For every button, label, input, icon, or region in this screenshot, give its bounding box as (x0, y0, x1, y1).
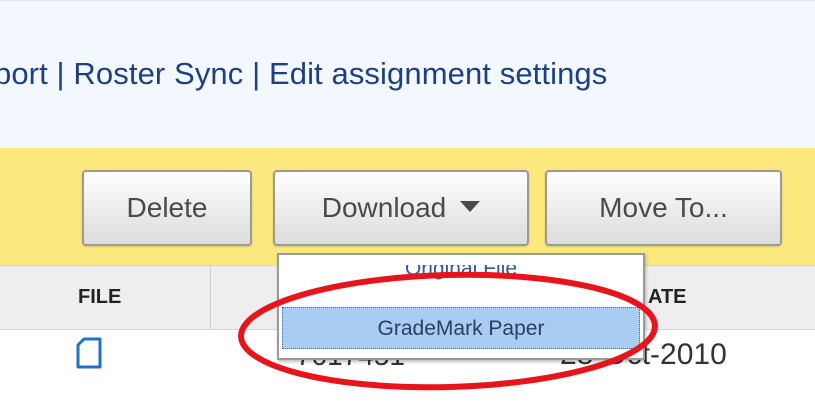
download-dropdown-menu: Original File GradeMark Paper (277, 253, 645, 360)
menu-item-grademark-paper-label: GradeMark Paper (377, 317, 545, 340)
menu-item-original-file-label: Original File (404, 265, 518, 280)
column-divider (210, 266, 211, 329)
link-separator: | (252, 56, 261, 91)
roster-sync-link[interactable]: Roster Sync (73, 56, 243, 91)
column-header-file[interactable]: FILE (78, 266, 121, 329)
delete-button-label: Delete (126, 192, 208, 223)
menu-item-original-file[interactable]: Original File (282, 265, 640, 295)
column-header-date[interactable]: ATE (648, 266, 687, 329)
move-to-button[interactable]: Move To... (545, 170, 782, 246)
download-button-label: Download (321, 192, 447, 223)
link-separator: | (56, 56, 65, 91)
download-button[interactable]: Download (273, 170, 529, 246)
top-link-bar: port | Roster Sync | Edit assignment set… (0, 0, 815, 148)
menu-item-grademark-paper[interactable]: GradeMark Paper (282, 307, 640, 349)
delete-button[interactable]: Delete (82, 170, 252, 246)
topbar-links: port | Roster Sync | Edit assignment set… (0, 56, 607, 92)
caret-down-icon (460, 200, 481, 212)
support-link[interactable]: port (0, 56, 48, 91)
edit-assignment-settings-link[interactable]: Edit assignment settings (269, 56, 607, 91)
document-icon[interactable] (76, 337, 102, 369)
move-to-button-label: Move To... (599, 192, 728, 223)
